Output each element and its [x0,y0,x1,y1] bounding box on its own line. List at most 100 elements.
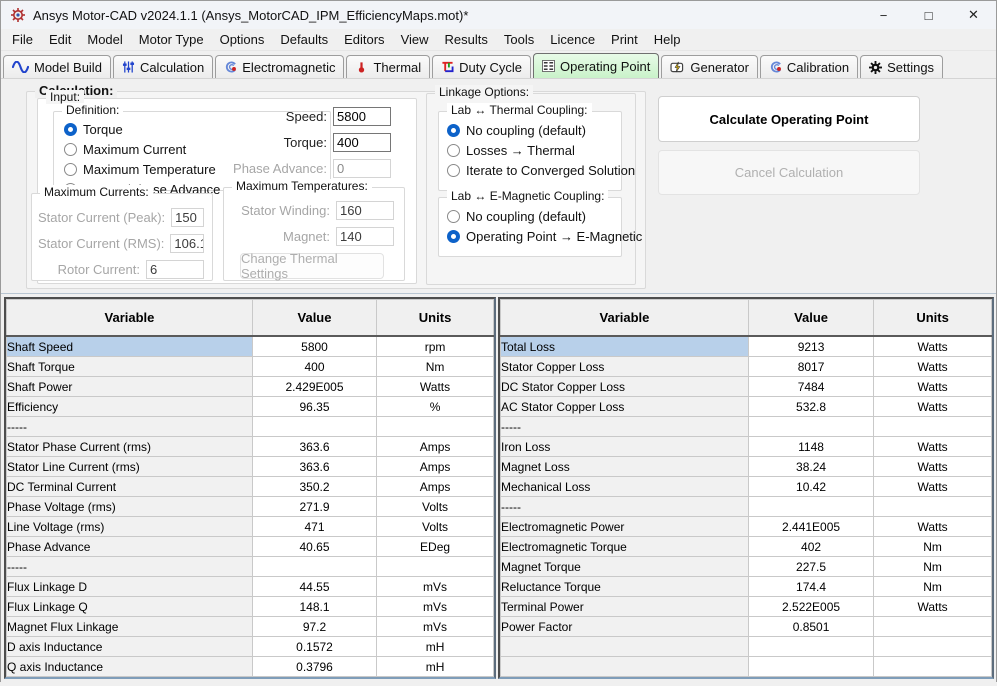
cell-variable: D axis Inductance [7,637,253,657]
tab-operating-point[interactable]: Operating Point [533,53,659,78]
tab-calibration[interactable]: Calibration [760,55,858,78]
menu-item-print[interactable]: Print [603,30,646,49]
table-row[interactable] [501,637,992,657]
table-row[interactable]: ----- [7,417,494,437]
tab-thermal[interactable]: Thermal [346,55,430,78]
cell-value: 0.3796 [252,657,376,677]
maximum-temperatures-fields: Stator Winding:160Magnet:140 [230,200,394,246]
input-rotor-current[interactable]: 6 [146,260,204,279]
maximum-currents-fields: Stator Current (Peak):150Stator Current … [38,207,204,279]
tab-electromagnetic[interactable]: Electromagnetic [215,55,344,78]
table-row[interactable]: DC Terminal Current350.2Amps [7,477,494,497]
table-row[interactable]: Power Factor0.8501 [501,617,992,637]
table-row[interactable]: D axis Inductance0.1572mH [7,637,494,657]
calculate-operating-point-button[interactable]: Calculate Operating Point [658,96,920,142]
cell-value: 350.2 [252,477,376,497]
menu-item-file[interactable]: File [4,30,41,49]
radio-operating-point-e-magnetic[interactable]: Operating Point → E-Magnetic [447,228,621,245]
input-torque[interactable]: 400 [333,133,391,152]
cell-units [874,637,992,657]
table-row[interactable]: Reluctance Torque174.4Nm [501,577,992,597]
table-row[interactable]: Phase Voltage (rms)271.9Volts [7,497,494,517]
radio-no-coupling-default[interactable]: No coupling (default) [447,122,621,139]
input-magnet[interactable]: 140 [336,227,394,246]
cell-value: 174.4 [748,577,873,597]
table-row[interactable]: Magnet Flux Linkage97.2mVs [7,617,494,637]
table-row[interactable]: Iron Loss1148Watts [501,437,992,457]
menu-item-results[interactable]: Results [437,30,496,49]
menu-item-editors[interactable]: Editors [336,30,392,49]
table-row[interactable]: Electromagnetic Torque402Nm [501,537,992,557]
radio-icon [64,123,77,136]
table-row[interactable]: ----- [7,557,494,577]
table-row[interactable]: ----- [501,417,992,437]
table-row[interactable]: Terminal Power2.522E005Watts [501,597,992,617]
cell-units [874,617,992,637]
change-thermal-settings-button[interactable]: Change Thermal Settings [240,253,384,279]
table-row[interactable] [501,657,992,677]
table-row[interactable]: Shaft Torque400Nm [7,357,494,377]
table-row[interactable]: Shaft Speed5800rpm [7,336,494,357]
cell-units: Watts [874,517,992,537]
cell-variable: Stator Phase Current (rms) [7,437,253,457]
cell-value: 532.8 [748,397,873,417]
maximize-icon[interactable]: □ [906,1,951,29]
cell-units: Nm [874,537,992,557]
table-row[interactable]: Shaft Power2.429E005Watts [7,377,494,397]
cell-variable: ----- [501,497,749,517]
table-row[interactable]: Mechanical Loss10.42Watts [501,477,992,497]
menu-item-view[interactable]: View [393,30,437,49]
table-row[interactable]: Stator Phase Current (rms)363.6Amps [7,437,494,457]
table-row[interactable]: Efficiency96.35% [7,397,494,417]
menu-item-edit[interactable]: Edit [41,30,79,49]
menu-item-options[interactable]: Options [212,30,273,49]
tab-duty-cycle[interactable]: Duty Cycle [432,55,531,78]
table-row[interactable]: Stator Copper Loss8017Watts [501,357,992,377]
input-stator-current-peak[interactable]: 150 [171,208,204,227]
radio-losses-thermal[interactable]: Losses → Thermal [447,142,621,159]
linkage-options-group-label: Linkage Options: [435,85,533,99]
tab-generator[interactable]: Generator [661,55,758,78]
table-row[interactable]: Q axis Inductance0.3796mH [7,657,494,677]
tab-model-build[interactable]: Model Build [3,55,111,78]
table-header-row: VariableValueUnits [501,300,992,337]
table-row[interactable]: ----- [501,497,992,517]
input-phase-advance[interactable]: 0 [333,159,391,178]
cell-value: 2.441E005 [748,517,873,537]
cell-units: Watts [377,377,494,397]
close-icon[interactable]: ✕ [951,1,996,29]
radio-no-coupling-default[interactable]: No coupling (default) [447,208,621,225]
table-row[interactable]: Phase Advance40.65EDeg [7,537,494,557]
table-row[interactable]: AC Stator Copper Loss532.8Watts [501,397,992,417]
tab-settings[interactable]: Settings [860,55,943,78]
menu-item-model[interactable]: Model [79,30,130,49]
input-stator-current-rms[interactable]: 106.1 [170,234,204,253]
table-row[interactable]: Line Voltage (rms)471Volts [7,517,494,537]
input-stator-winding[interactable]: 160 [336,201,394,220]
menu-item-motor-type[interactable]: Motor Type [131,30,212,49]
table-row[interactable]: Magnet Loss38.24Watts [501,457,992,477]
table-row[interactable]: Total Loss9213Watts [501,336,992,357]
table-row[interactable]: Electromagnetic Power2.441E005Watts [501,517,992,537]
tab-calculation[interactable]: Calculation [113,55,213,78]
minimize-icon[interactable]: − [861,1,906,29]
table-row[interactable]: Magnet Torque227.5Nm [501,557,992,577]
menu-item-defaults[interactable]: Defaults [272,30,336,49]
cell-variable: Electromagnetic Power [501,517,749,537]
cell-value [252,417,376,437]
column-header-units: Units [874,300,992,337]
cell-variable: AC Stator Copper Loss [501,397,749,417]
table-row[interactable]: Stator Line Current (rms)363.6Amps [7,457,494,477]
table-row[interactable]: Flux Linkage Q148.1mVs [7,597,494,617]
menu-item-licence[interactable]: Licence [542,30,603,49]
menu-item-tools[interactable]: Tools [496,30,542,49]
table-row[interactable]: DC Stator Copper Loss7484Watts [501,377,992,397]
input-speed[interactable]: 5800 [333,107,391,126]
cell-value [252,557,376,577]
table-row[interactable]: Flux Linkage D44.55mVs [7,577,494,597]
window-controls: − □ ✕ [861,1,996,29]
menu-item-help[interactable]: Help [646,30,689,49]
cell-value: 1148 [748,437,873,457]
radio-iterate-to-converged-solution[interactable]: Iterate to Converged Solution [447,162,621,179]
cancel-calculation-button[interactable]: Cancel Calculation [658,150,920,195]
